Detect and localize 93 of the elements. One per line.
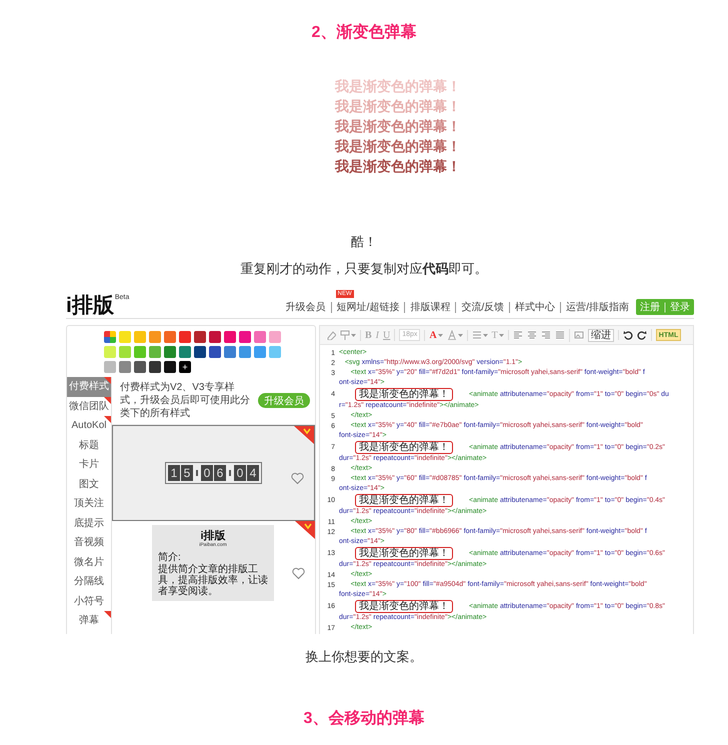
redo-icon[interactable] [636,330,647,340]
palette-icon[interactable] [104,331,116,343]
danmaku-text: 我是渐变色的弹幕！ [335,137,462,156]
color-swatch[interactable] [209,346,221,358]
highlighted-text: 我是渐变色的弹幕！ [355,600,453,613]
color-swatch[interactable] [104,361,116,373]
category-item[interactable]: 小符号 [67,592,111,611]
danmaku-text: 我是渐变色的弹幕！ [335,117,462,136]
color-swatch[interactable] [254,346,266,358]
category-item[interactable]: 标题 [67,436,111,455]
color-swatch[interactable] [134,346,146,358]
logo-text: i排版 [66,294,114,318]
category-item[interactable]: 微名片 [67,552,111,572]
color-swatch[interactable] [194,346,206,358]
nav-link[interactable]: 样式中心 [515,302,556,313]
caret-icon[interactable] [482,334,488,336]
color-swatch[interactable] [119,331,131,343]
category-item[interactable]: 音视频 [67,533,111,552]
clock-digit: 5 [181,465,193,481]
highlighted-text: 我是渐变色的弹幕！ [355,388,453,401]
heart-icon[interactable] [292,567,305,580]
clock-digit: 6 [214,465,226,481]
align-center-icon[interactable] [526,330,537,340]
caption-text: 换上你想要的文案。 [304,648,424,666]
add-color-button[interactable]: + [179,361,191,373]
category-item[interactable]: 弹幕 [67,611,111,630]
highlighted-text: 我是渐变色的弹幕！ [355,547,453,560]
highlighted-text: 我是渐变色的弹幕！ [355,441,453,454]
category-item[interactable]: 微信团队 [67,396,111,416]
category-item[interactable]: 底提示 [67,514,111,533]
color-swatch[interactable] [224,331,236,343]
color-swatch[interactable] [119,361,131,373]
list-icon[interactable] [472,330,482,340]
caret-icon[interactable] [498,334,504,336]
highlighted-text: 我是渐变色的弹幕！ [355,494,453,507]
image-icon[interactable] [574,330,584,340]
align-right-icon[interactable] [540,330,551,340]
color-swatch[interactable] [224,346,236,358]
color-swatch[interactable] [119,346,131,358]
danmaku-text: 我是渐变色的弹幕！ [335,97,462,116]
heart-icon[interactable] [291,472,304,485]
clock-digit: 0 [201,465,213,481]
color-swatch[interactable] [149,346,161,358]
logo-text: i排版 [199,530,227,542]
category-item[interactable]: 图文 [67,474,111,494]
color-swatch[interactable] [164,361,176,373]
clock-digit: 0 [234,465,246,481]
nav-link[interactable]: 排版课程 [410,302,450,313]
caret-icon[interactable] [351,334,356,336]
color-swatch[interactable] [134,361,146,373]
clock-digit: 1 [168,465,180,481]
clock-digit: 4 [247,465,259,481]
justify-icon[interactable] [554,330,565,340]
color-swatch[interactable] [269,331,281,343]
danmaku-text: 我是渐变色的弹幕！ [335,157,462,176]
caret-icon[interactable] [438,334,443,336]
undo-icon[interactable] [622,330,633,340]
color-swatch[interactable] [179,346,191,358]
exclaim-text: 酷！ [350,233,378,251]
color-swatch[interactable] [194,331,206,343]
align-left-icon[interactable] [512,330,523,340]
instruction-text: 重复刚才的动作，只要复制对应代码即可。 [240,260,488,278]
color-swatch[interactable] [269,346,281,358]
indent-button[interactable]: 缩进 [588,328,614,342]
section-heading: 2、渐变色弹幕 [310,22,418,43]
nav-link[interactable]: 短网址/超链接 [336,302,400,313]
color-swatch[interactable] [134,331,146,343]
eraser-icon[interactable] [326,330,336,340]
color-swatch[interactable] [239,331,251,343]
color-swatch[interactable] [104,346,116,358]
category-item[interactable]: 顶关注 [67,494,111,514]
color-swatch[interactable] [149,331,161,343]
category-item[interactable]: 分隔线 [67,572,111,592]
color-swatch[interactable] [239,346,251,358]
category-item[interactable]: AutoKol [67,416,111,436]
color-swatch[interactable] [164,346,176,358]
section-heading: 3、会移动的弹幕 [302,708,426,729]
nav-link[interactable]: 升级会员 [286,302,326,313]
color-swatch[interactable] [149,361,161,373]
intro-label: 简介: [158,552,182,564]
intro-text: 提供简介文章的排版工具，提高排版效率，让读者享受阅读。 [158,564,268,597]
notice-text: 付费样式为V2、V3专享样式，升级会员后即可使用此分类下的所有样式 [120,381,251,420]
color-swatch[interactable] [209,331,221,343]
caret-icon[interactable] [458,334,463,336]
nav-link[interactable]: 运营/排版指南 [566,302,629,313]
color-swatch[interactable] [254,331,266,343]
format-button[interactable]: A [429,330,437,340]
nav-link[interactable]: 交流/反馈 [461,302,504,313]
color-swatch[interactable] [164,331,176,343]
category-item[interactable]: 卡片 [67,455,111,474]
danmaku-text: 我是渐变色的弹幕！ [335,77,462,96]
color-swatch[interactable] [179,331,191,343]
highlight-icon[interactable] [446,330,457,340]
